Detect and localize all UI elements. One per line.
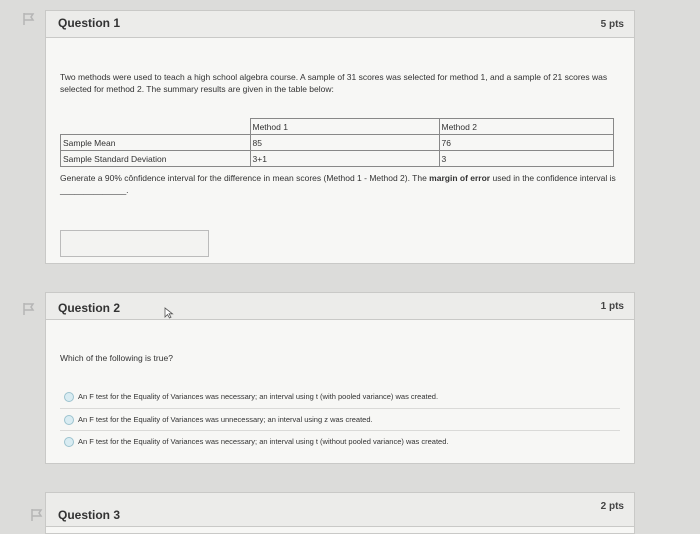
table-cell: Sample Standard Deviation [60,150,251,167]
question-card: Question 1 5 pts Two methods were used t… [45,10,635,264]
instruction-emphasis: margin of error [429,173,491,183]
summary-table: Method 1 Method 2 Sample Mean 85 76 Samp… [60,118,614,167]
question-title: Question 1 [58,16,121,30]
flag-icon[interactable] [22,12,38,26]
radio-button[interactable] [64,437,74,447]
question-card: Question 2 1 pts Which of the following … [45,292,635,464]
table-header-cell [60,118,251,135]
question-prompt: Which of the following is true? [60,353,173,363]
question-prompt: Two methods were used to teach a high sc… [60,72,608,94]
table-header-cell: Method 1 [249,118,440,135]
table-cell: 3+1 [249,150,440,167]
radio-button[interactable] [64,415,74,425]
answer-input[interactable] [60,230,209,257]
flag-icon[interactable] [30,508,46,522]
question-title: Question 3 [58,508,121,522]
option-label: An F test for the Equality of Variances … [78,392,439,401]
question-header: Question 1 5 pts [46,11,634,38]
table-cell: 85 [249,134,440,151]
table-header-row: Method 1 Method 2 [60,118,614,135]
question-instruction: Generate a 90% cônfidence interval for t… [60,172,620,196]
question-points: 1 pts [600,301,624,312]
table-row: Sample Standard Deviation 3+1 3 [60,150,614,167]
question-title: Question 2 [58,301,121,315]
instruction-text: Generate a 90% cônfidence interval for t… [60,173,430,183]
question-header: Question 3 2 pts [46,493,634,527]
table-cell: Sample Mean [60,134,251,151]
radio-button[interactable] [64,392,74,402]
flag-icon[interactable] [22,302,38,316]
mouse-pointer-icon [164,306,174,324]
answer-option[interactable]: An F test for the Equality of Variances … [60,430,620,451]
answer-option[interactable]: An F test for the Equality of Variances … [60,386,620,406]
question-card: Question 3 2 pts [45,492,635,534]
option-label: An F test for the Equality of Variances … [78,437,449,446]
question-points: 2 pts [600,501,624,512]
answer-option[interactable]: An F test for the Equality of Variances … [60,408,620,429]
table-cell: 3 [438,150,614,167]
question-header: Question 2 1 pts [46,293,634,320]
table-cell: 76 [438,134,614,151]
option-label: An F test for the Equality of Variances … [78,415,373,424]
question-points: 5 pts [600,19,624,30]
table-row: Sample Mean 85 76 [60,134,614,151]
table-header-cell: Method 2 [438,118,614,135]
